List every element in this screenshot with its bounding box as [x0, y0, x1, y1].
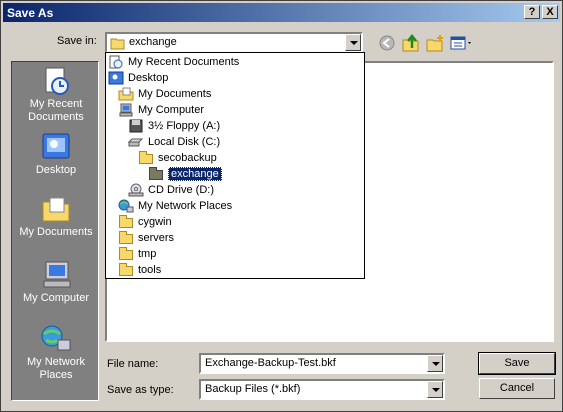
- network-places-icon: [40, 324, 72, 354]
- dropdown-item-label: My Network Places: [138, 200, 233, 212]
- dropdown-item-my-documents[interactable]: My Documents: [118, 86, 211, 102]
- up-folder-icon[interactable]: [401, 33, 421, 52]
- dropdown-item-cd-drive[interactable]: CD Drive (D:): [128, 182, 214, 198]
- dropdown-item-label: Desktop: [128, 72, 169, 84]
- place-label: My Documents: [19, 226, 93, 238]
- file-name-combobox[interactable]: Exchange-Backup-Test.bkf: [199, 353, 445, 374]
- help-button[interactable]: ?: [524, 5, 540, 19]
- save-in-dropdown-button[interactable]: [345, 34, 361, 51]
- dropdown-item-label: servers: [138, 232, 175, 244]
- place-label: Desktop: [35, 164, 77, 176]
- folder-icon: [118, 215, 134, 229]
- dropdown-item-label: secobackup: [158, 152, 217, 164]
- dropdown-item-label: tmp: [138, 248, 157, 260]
- my-computer-icon: [40, 260, 72, 290]
- folder-open-icon: [148, 167, 164, 181]
- place-label: My Recent Documents: [28, 98, 84, 123]
- save-in-label: Save in:: [57, 35, 97, 47]
- dropdown-item-label: My Documents: [138, 88, 212, 100]
- dropdown-item-network-places[interactable]: My Network Places: [118, 198, 232, 214]
- dropdown-item-label: tools: [138, 264, 162, 276]
- dropdown-item-servers[interactable]: servers: [118, 230, 174, 246]
- floppy-icon: [128, 119, 144, 133]
- places-bar: My Recent Documents Desktop My Documents…: [11, 61, 99, 401]
- dropdown-item-local-disk[interactable]: Local Disk (C:): [127, 134, 221, 150]
- folder-icon: [138, 151, 154, 165]
- dropdown-item-label: 3½ Floppy (A:): [148, 120, 221, 132]
- save-in-value: exchange: [129, 36, 177, 48]
- my-documents-icon: [40, 194, 72, 224]
- place-my-computer[interactable]: My Computer: [12, 260, 100, 305]
- save-button[interactable]: Save: [478, 352, 556, 375]
- save-as-dialog: Save As ? X Save in: exchange My Recent …: [0, 0, 563, 412]
- place-my-documents[interactable]: My Documents: [12, 194, 100, 239]
- desktop-icon: [108, 71, 124, 85]
- save-as-type-combobox[interactable]: Backup Files (*.bkf): [199, 379, 445, 400]
- network-places-icon: [118, 199, 134, 213]
- cancel-button[interactable]: Cancel: [479, 378, 555, 399]
- close-button[interactable]: X: [542, 5, 558, 19]
- save-as-type-dropdown-button[interactable]: [427, 381, 443, 398]
- dropdown-item-desktop[interactable]: Desktop: [108, 70, 168, 86]
- new-folder-icon[interactable]: [425, 34, 445, 52]
- folder-open-icon: [110, 36, 126, 53]
- folder-icon: [118, 263, 134, 277]
- hard-disk-icon: [127, 135, 144, 149]
- place-network-places[interactable]: My Network Places: [12, 324, 100, 382]
- place-recent-documents[interactable]: My Recent Documents: [12, 66, 100, 124]
- dropdown-item-label: exchange: [168, 167, 222, 181]
- save-in-dropdown-list: My Recent Documents Desktop My Documents…: [105, 52, 365, 279]
- file-name-dropdown-button[interactable]: [427, 355, 443, 372]
- dropdown-item-label: cygwin: [138, 216, 172, 228]
- view-menu-icon[interactable]: [450, 34, 474, 52]
- place-desktop[interactable]: Desktop: [12, 132, 100, 177]
- save-as-type-value: Backup Files (*.bkf): [205, 383, 301, 395]
- my-computer-icon: [118, 103, 134, 117]
- desktop-icon: [40, 132, 72, 162]
- window-title: Save As: [7, 6, 54, 20]
- dropdown-item-my-computer[interactable]: My Computer: [118, 102, 204, 118]
- my-documents-icon: [118, 87, 134, 101]
- recent-documents-icon: [108, 55, 124, 69]
- dropdown-item-tools[interactable]: tools: [118, 262, 161, 278]
- dropdown-item-secobackup[interactable]: secobackup: [138, 150, 217, 166]
- dropdown-item-label: My Recent Documents: [128, 56, 240, 68]
- recent-documents-icon: [40, 66, 72, 96]
- save-as-type-label: Save as type:: [107, 384, 174, 396]
- place-label: My Computer: [22, 292, 90, 304]
- folder-icon: [118, 231, 134, 245]
- dropdown-item-cygwin[interactable]: cygwin: [118, 214, 172, 230]
- dropdown-item-label: My Computer: [138, 104, 205, 116]
- title-bar[interactable]: Save As ? X: [3, 3, 560, 22]
- folder-icon: [118, 247, 134, 261]
- cd-drive-icon: [128, 183, 144, 197]
- file-name-label: File name:: [107, 358, 159, 370]
- back-icon[interactable]: [378, 34, 398, 52]
- dropdown-item-label: CD Drive (D:): [148, 184, 214, 196]
- dropdown-item-label: Local Disk (C:): [148, 136, 221, 148]
- dropdown-item-exchange[interactable]: exchange: [148, 166, 222, 182]
- file-name-value: Exchange-Backup-Test.bkf: [205, 357, 336, 369]
- dropdown-item-floppy[interactable]: 3½ Floppy (A:): [128, 118, 220, 134]
- dropdown-item-tmp[interactable]: tmp: [118, 246, 156, 262]
- place-label: My Network Places: [26, 356, 86, 381]
- dropdown-item-recent-documents[interactable]: My Recent Documents: [108, 54, 239, 70]
- save-in-combobox[interactable]: exchange: [105, 32, 363, 53]
